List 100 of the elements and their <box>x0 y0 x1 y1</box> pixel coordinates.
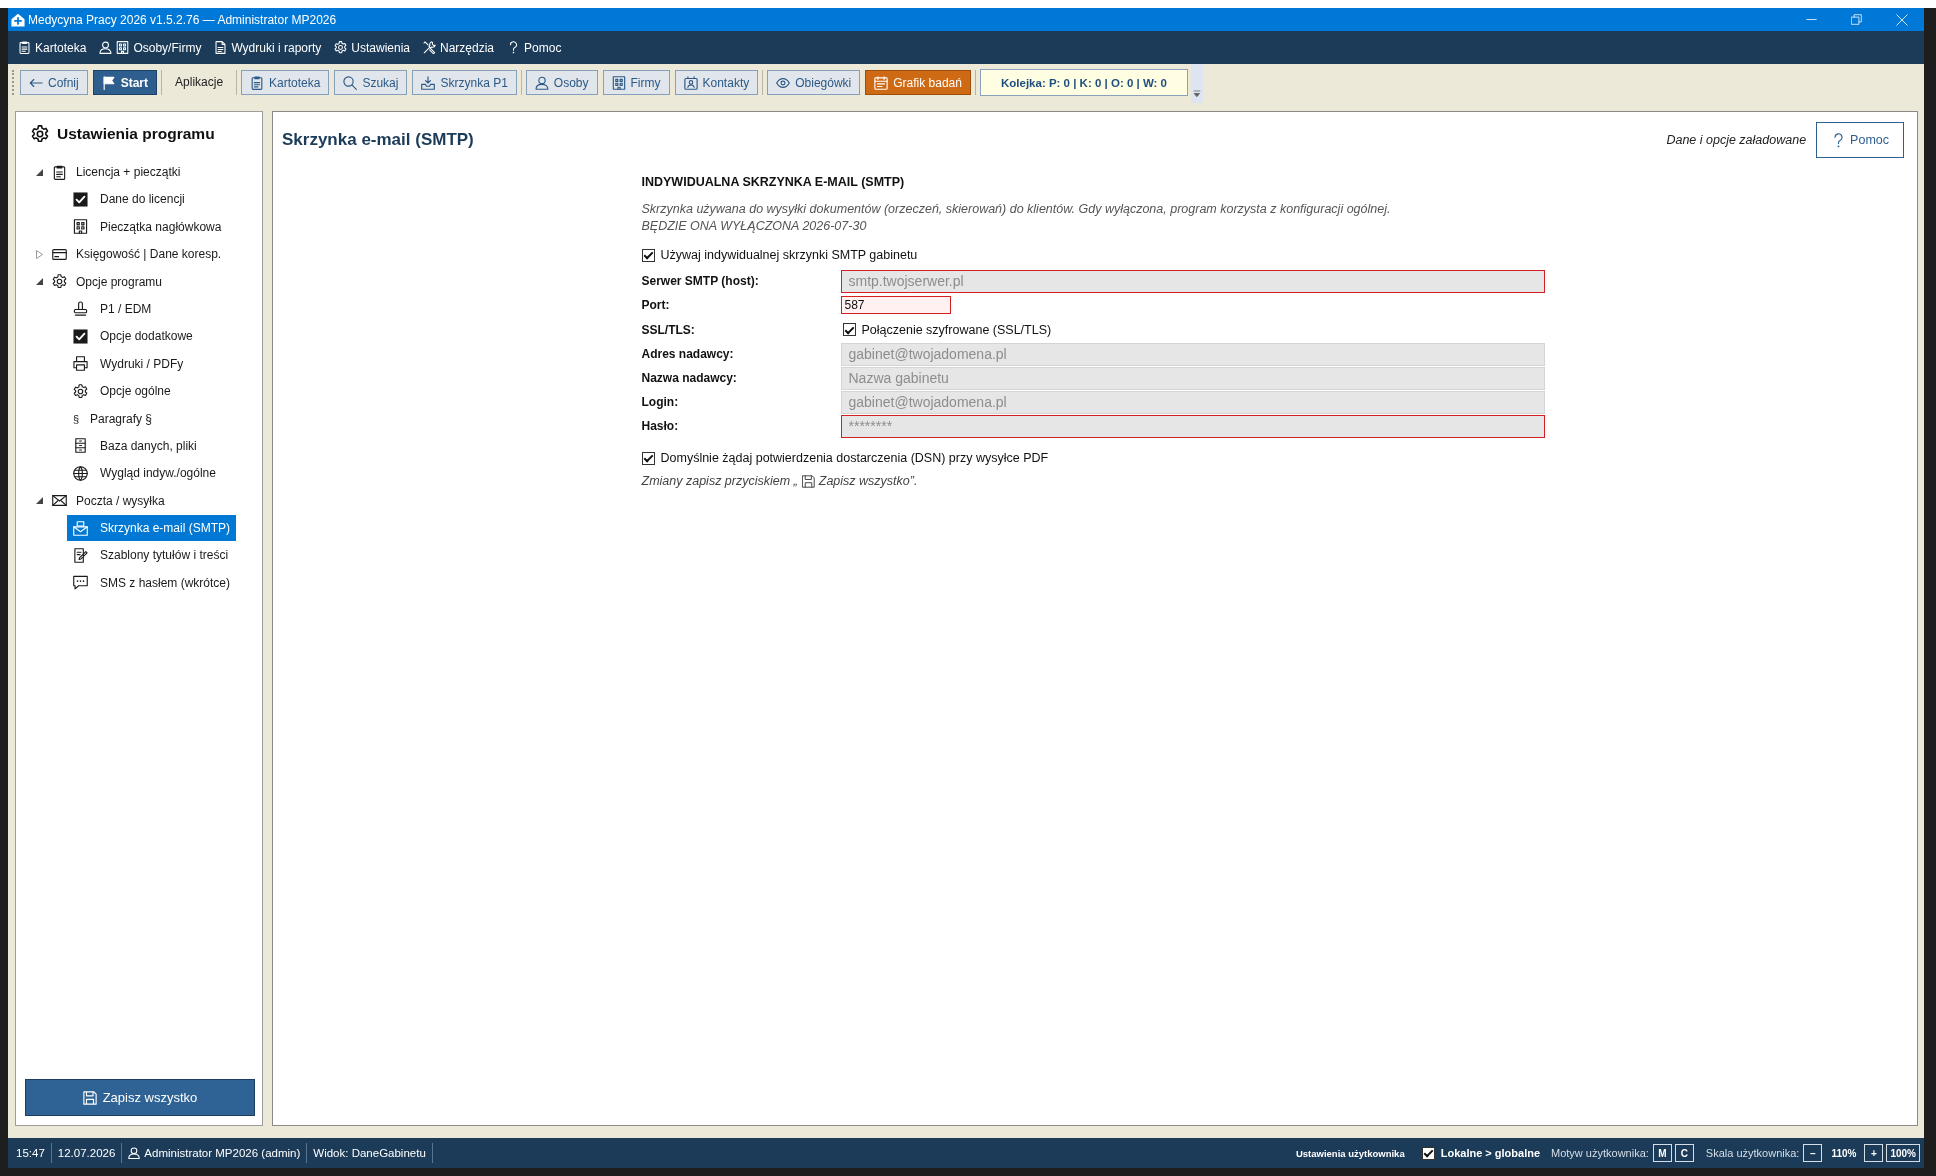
building-icon <box>73 219 88 235</box>
save-all-button[interactable]: Zapisz wszystko <box>25 1079 255 1116</box>
flag-icon <box>101 75 116 90</box>
toolbar-button[interactable]: Firmy <box>602 70 670 95</box>
checkbox[interactable] <box>641 248 655 262</box>
sidebar-title: Ustawienia programu <box>57 125 215 143</box>
building-icon <box>116 41 130 54</box>
calendar-icon <box>874 75 889 90</box>
eye-icon <box>776 75 791 90</box>
tree-item[interactable]: P1 / EDM <box>67 295 158 322</box>
reset-scale-button[interactable]: 100% <box>1886 1144 1920 1162</box>
edit-document-icon <box>73 547 88 563</box>
envelope-icon <box>52 493 67 509</box>
tree-item[interactable]: § Paragrafy § <box>67 405 159 432</box>
zoom-out-button[interactable]: – <box>1803 1144 1823 1162</box>
checkbox[interactable] <box>1421 1146 1435 1160</box>
checkbox-label: Domyślnie żądaj potwierdzenia dostarczenia (DSN) przy wysyłce PDF <box>660 451 1049 465</box>
stamp-icon <box>73 301 88 317</box>
tree-item[interactable]: Opcje dodatkowe <box>67 323 199 350</box>
checkbox-label: Lokalne > globalne <box>1440 1147 1541 1159</box>
field-label: SSL/TLS: <box>641 322 696 337</box>
scale-label: Skala użytkownika: <box>1705 1147 1800 1159</box>
restore-icon <box>1851 14 1862 25</box>
toolbar-button[interactable]: Obiegówki <box>767 70 861 95</box>
theme-label: Motyw użytkownika: <box>1551 1147 1649 1159</box>
gear-icon <box>52 274 67 290</box>
card-icon <box>52 246 67 262</box>
menu-item[interactable]: Osoby/Firmy <box>97 35 204 60</box>
tree-item[interactable]: Księgowość | Dane koresp. <box>30 241 228 268</box>
hint-text: Zmiany zapisz przyciskiem „ <box>641 474 798 488</box>
tools-icon <box>423 41 436 54</box>
clipboard-icon <box>250 75 265 90</box>
expanded-arrow-icon[interactable] <box>36 278 43 286</box>
toolbar-overflow-button[interactable] <box>1191 64 1203 103</box>
contact-card-icon <box>683 75 698 90</box>
field-label: Login: <box>641 395 680 409</box>
checkmark-square-icon <box>73 191 88 207</box>
tree-item[interactable]: Baza danych, pliki <box>67 432 203 459</box>
field-label: Hasło: <box>641 419 680 433</box>
status-user: Administrator MP2026 (admin) <box>144 1147 301 1159</box>
menu-item[interactable]: Wydruki i raporty <box>212 35 324 60</box>
toolbar-button[interactable]: Grafik badań <box>865 70 971 95</box>
zoom-in-button[interactable]: + <box>1864 1144 1884 1162</box>
tree-item[interactable]: Wygląd indyw./ogólne <box>67 460 222 487</box>
help-button[interactable]: Pomoc <box>1816 122 1904 158</box>
input-field[interactable]: 587 <box>840 296 951 314</box>
tree-item[interactable]: Dane do licencji <box>67 186 191 213</box>
menu-item[interactable]: Kartoteka <box>16 35 89 60</box>
hint-text: Zapisz wszystko”. <box>818 474 918 488</box>
menu-item[interactable]: Narzędzia <box>421 35 497 60</box>
toolbar-section-label: Aplikacje <box>174 74 225 91</box>
save-icon <box>801 474 815 488</box>
tree-item[interactable]: Poczta / wysyłka <box>30 487 171 514</box>
expanded-arrow-icon[interactable] <box>36 497 43 505</box>
checkmark-square-icon <box>73 328 88 344</box>
caret-icon <box>1193 90 1201 98</box>
gear-icon <box>31 125 49 143</box>
expanded-arrow-icon[interactable] <box>36 168 43 176</box>
user-settings-link[interactable]: Ustawienia użytkownika <box>1295 1147 1405 1159</box>
section-sign-icon: § <box>73 412 82 425</box>
tree-item[interactable]: Licencja + pieczątki <box>30 159 187 185</box>
window-title: Medycyna Pracy 2026 v1.5.2.76 — Administrator MP2026 <box>28 12 337 27</box>
menu-item[interactable]: Pomoc <box>505 35 564 60</box>
tree-item[interactable]: Opcje programu <box>30 268 169 295</box>
tree-item[interactable]: Pieczątka nagłówkowa <box>67 213 228 240</box>
tree-item[interactable]: Opcje ogólne <box>67 378 177 405</box>
person-icon <box>534 75 549 90</box>
theme-button[interactable]: C <box>1674 1144 1694 1162</box>
toolbar-button[interactable]: Cofnij <box>20 70 88 95</box>
globe-icon <box>73 465 88 481</box>
field-label: Port: <box>641 298 671 312</box>
tree-item[interactable]: Skrzynka e-mail (SMTP) <box>67 515 236 542</box>
description-text: Skrzynka używana do wysyłki dokumentów (orzeczeń, skierowań) do klientów. Gdy wyłączona, program korzysta z konfiguracji ogólnej. <box>641 201 1392 218</box>
checkbox[interactable] <box>641 451 655 465</box>
tree-item[interactable]: SMS z hasłem (wkrótce) <box>67 569 237 596</box>
toolbar-button[interactable]: Szukaj <box>334 70 408 95</box>
status-time: 15:47 <box>15 1147 46 1159</box>
queue-status: Kolejka: P: 0 | K: 0 | O: 0 | W: 0 <box>979 69 1188 96</box>
toolbar-button[interactable]: Osoby <box>525 70 598 95</box>
close-icon <box>1895 13 1908 26</box>
toolbar-button[interactable]: Start <box>92 70 158 95</box>
input-field[interactable]: smtp.twojserwer.pl <box>840 269 1545 293</box>
toolbar-button[interactable]: Kontakty <box>674 70 759 95</box>
tree-item[interactable]: Szablony tytułów i treści <box>67 542 235 569</box>
person-icon <box>99 41 113 54</box>
password-field[interactable]: ******** <box>840 414 1545 438</box>
page-title: Skrzynka e-mail (SMTP) <box>282 130 474 150</box>
toolbar-button[interactable]: Skrzynka P1 <box>412 70 517 95</box>
theme-button[interactable]: M <box>1652 1144 1672 1162</box>
gear-icon <box>334 41 348 54</box>
mail-tray-icon <box>73 520 88 536</box>
clipboard-icon <box>18 41 31 54</box>
checkbox-label: Używaj indywidualnej skrzynki SMTP gabinetu <box>660 248 918 262</box>
status-view: Widok: DaneGabinetu <box>312 1147 427 1159</box>
tree-item[interactable]: Wydruki / PDFy <box>67 350 190 377</box>
toolbar-button[interactable]: Kartoteka <box>241 70 330 95</box>
gear-icon <box>73 383 88 399</box>
menu-item[interactable]: Ustawienia <box>332 35 412 60</box>
checkbox[interactable] <box>842 323 856 336</box>
collapsed-arrow-icon[interactable] <box>36 249 43 259</box>
